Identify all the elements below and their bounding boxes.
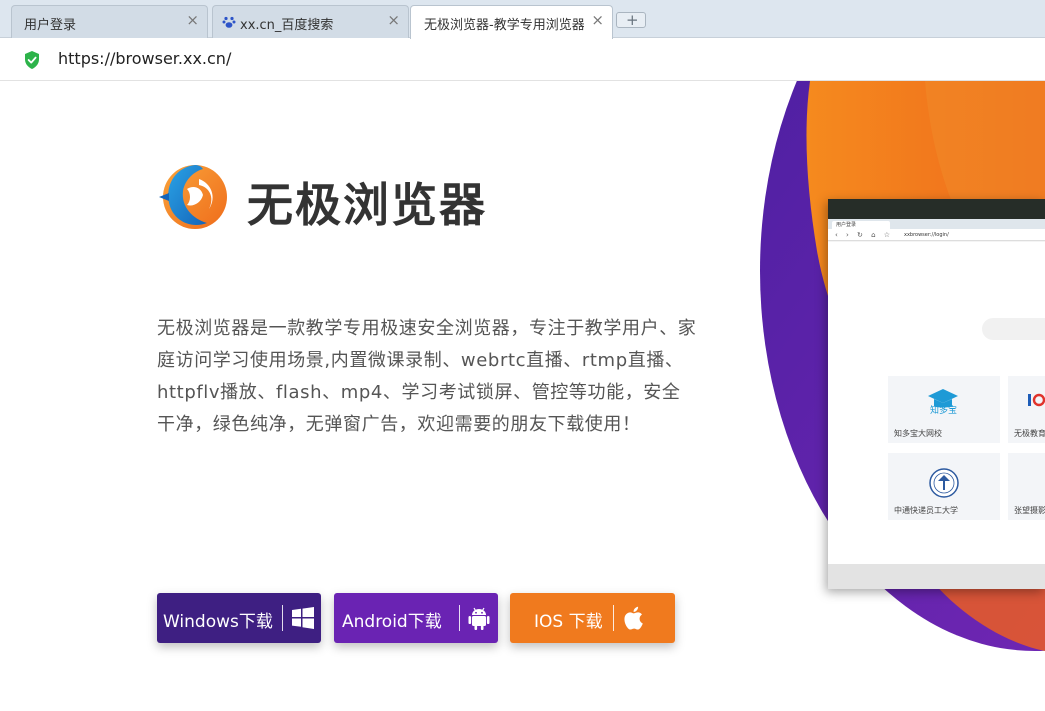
button-divider	[282, 605, 283, 631]
button-label: Windows下载	[163, 612, 273, 632]
mockup-card-zto-university: 中通快递员工大学	[888, 453, 1000, 520]
tab-label: xx.cn_百度搜索	[240, 18, 334, 33]
page-content: 用户登录 ‹ › ↻ ⌂ ☆ xxbrowser://login/ 知多宝 知多…	[0, 81, 1045, 711]
windows-icon	[292, 607, 314, 629]
new-tab-button[interactable]: +	[616, 11, 646, 29]
tab-baidu-search[interactable]: xx.cn_百度搜索 ×	[212, 5, 409, 38]
button-divider	[613, 605, 614, 631]
tab-label: 用户登录	[24, 18, 77, 33]
apple-icon	[624, 606, 643, 630]
mockup-search-box	[982, 318, 1045, 340]
university-seal-icon	[929, 468, 959, 498]
mockup-card-photography: 张望摄影	[1008, 453, 1045, 520]
card-label: 中通快递员工大学	[894, 506, 958, 515]
mockup-url: xxbrowser://login/	[904, 232, 949, 238]
tab-strip: 用户登录 × xx.cn_百度搜索 × 无极浏览器-教学专用浏览器 × +	[0, 0, 1045, 39]
plus-icon: +	[626, 11, 639, 29]
card-label: 无极教育	[1014, 429, 1045, 438]
ios-download-button[interactable]: IOS 下载	[510, 593, 675, 643]
card-label: 知多宝大网校	[894, 429, 942, 438]
card-label: 张望摄影	[1014, 506, 1045, 515]
secure-shield-icon[interactable]	[24, 51, 40, 69]
mockup-tab: 用户登录	[832, 221, 890, 229]
windows-download-button[interactable]: Windows下载	[157, 593, 321, 643]
brand-name: 无极浏览器	[247, 178, 487, 232]
tab-close-button[interactable]: ×	[591, 12, 604, 28]
address-bar: https://browser.xx.cn/	[0, 38, 1045, 81]
tab-wuji-browser[interactable]: 无极浏览器-教学专用浏览器 ×	[410, 5, 613, 39]
android-download-button[interactable]: Android下载	[334, 593, 498, 643]
tab-user-login[interactable]: 用户登录 ×	[11, 5, 208, 38]
tab-close-button[interactable]: ×	[186, 12, 199, 28]
wuji-edu-logo-icon	[1028, 393, 1045, 407]
product-description: 无极浏览器是一款教学专用极速安全浏览器，专注于教学用户、家庭访问学习使用场景,内…	[157, 318, 697, 435]
mockup-card-zhiduobao: 知多宝 知多宝大网校	[888, 376, 1000, 443]
android-icon	[468, 607, 490, 630]
button-label: Android下载	[342, 612, 442, 632]
mockup-address-bar: ‹ › ↻ ⌂ ☆ xxbrowser://login/	[828, 229, 1045, 241]
tab-close-button[interactable]: ×	[387, 12, 400, 28]
card-logo-text: 知多宝	[930, 406, 958, 416]
url-input[interactable]: https://browser.xx.cn/	[58, 49, 231, 68]
mockup-card-wuji-edu: 无极教育	[1008, 376, 1045, 443]
button-label: IOS 下载	[534, 612, 603, 632]
tab-label: 无极浏览器-教学专用浏览器	[424, 18, 584, 33]
baidu-paw-icon	[222, 16, 236, 28]
wuji-logo-icon	[159, 165, 227, 229]
mockup-title-bar	[828, 199, 1045, 219]
mockup-nav-icons: ‹ › ↻ ⌂ ☆	[835, 231, 894, 239]
button-divider	[459, 605, 460, 631]
mockup-bottom-bar	[828, 564, 1045, 589]
